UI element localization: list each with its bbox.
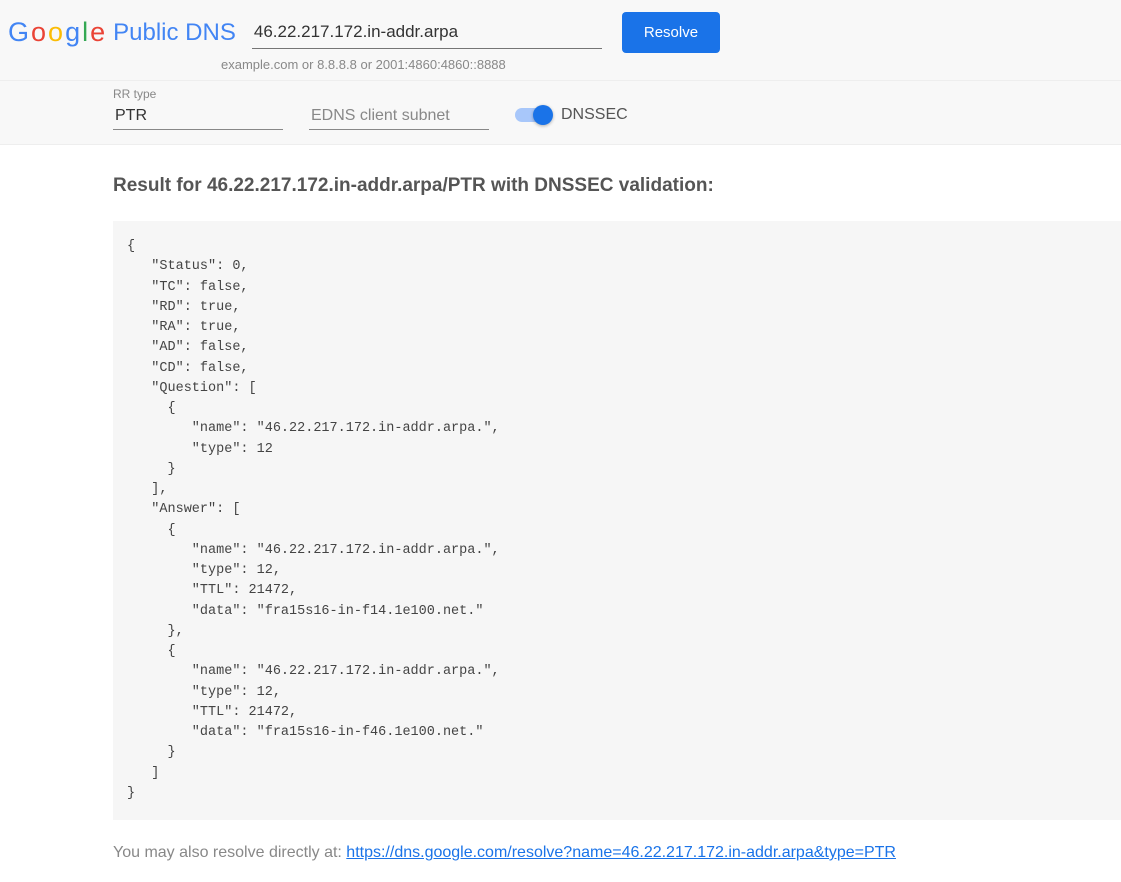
resolve-button[interactable]: Resolve [622,12,720,53]
content-area: Result for 46.22.217.172.in-addr.arpa/PT… [0,145,1121,882]
dnssec-label: DNSSEC [561,106,628,124]
product-name[interactable]: Public DNS [113,19,236,47]
footer-link[interactable]: https://dns.google.com/resolve?name=46.2… [346,844,896,861]
domain-input[interactable] [252,16,602,49]
google-logo: Google [8,17,105,48]
edns-input[interactable] [309,103,489,130]
dnssec-toggle[interactable] [515,108,551,122]
rr-type-label: RR type [113,87,283,101]
options-bar: RR type DNSSEC [0,81,1121,145]
footer-prefix: You may also resolve directly at: [113,844,346,861]
toggle-knob-icon [533,105,553,125]
domain-hint: example.com or 8.8.8.8 or 2001:4860:4860… [221,57,1121,72]
header-bar: Google Public DNS Resolve example.com or… [0,0,1121,81]
footer-line: You may also resolve directly at: https:… [113,844,1121,862]
rr-type-input[interactable] [113,103,283,130]
result-json: { "Status": 0, "TC": false, "RD": true, … [113,221,1121,820]
result-heading: Result for 46.22.217.172.in-addr.arpa/PT… [113,175,1121,197]
